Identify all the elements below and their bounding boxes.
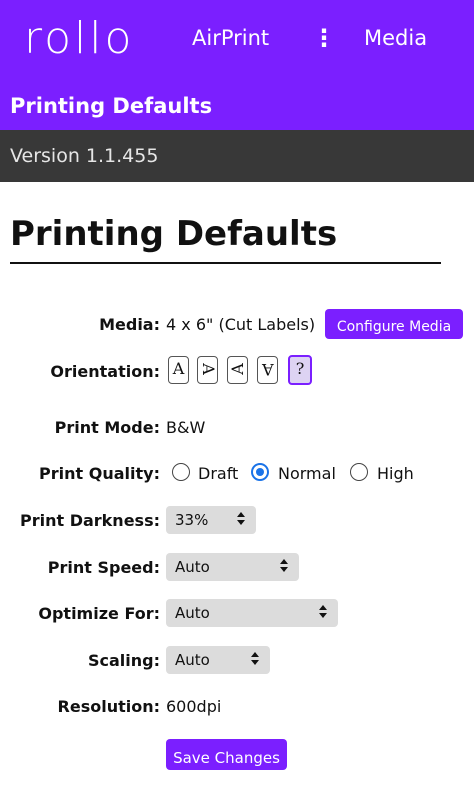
orientation-glyph: ? [295,359,305,378]
title-divider [10,262,441,264]
orientation-glyph: A [198,363,218,375]
scaling-value: Auto [175,651,210,669]
resolution-value: 600dpi [166,697,222,716]
scaling-select[interactable]: Auto [166,646,270,674]
select-arrows-icon [280,559,288,573]
print-speed-select[interactable]: Auto [166,553,299,581]
nav-airprint-link[interactable]: AirPrint [192,24,269,52]
section-header-title: Printing Defaults [10,94,213,118]
orientation-glyph: A [172,359,185,378]
print-mode-label: Print Mode: [54,418,160,437]
select-arrows-icon [237,512,245,526]
resolution-label: Resolution: [57,697,160,716]
section-header-bar: Printing Defaults [0,80,474,130]
scaling-row: Scaling: Auto [0,644,474,678]
print-quality-row: Print Quality: Draft Normal High [0,457,474,491]
select-arrows-icon [251,652,259,666]
orientation-upside-down-icon[interactable]: A [257,356,278,384]
quality-draft-radio[interactable] [172,463,190,481]
print-darkness-select[interactable]: 33% [166,506,256,534]
orientation-row: Orientation: A A A A ? [0,355,474,389]
optimize-for-label: Optimize For: [38,604,160,623]
orientation-portrait-icon[interactable]: A [168,356,189,384]
resolution-row: Resolution: 600dpi [0,690,474,724]
orientation-label: Orientation: [50,362,160,381]
top-app-bar: rollo AirPrint ⋮ Media [0,0,474,80]
optimize-for-select[interactable]: Auto [166,599,338,627]
page-title: Printing Defaults [10,214,338,254]
optimize-for-row: Optimize For: Auto [0,597,474,631]
quality-normal-radio[interactable] [251,463,269,481]
orientation-rotate-left-icon[interactable]: A [197,356,218,384]
orientation-rotate-right-icon[interactable]: A [227,356,248,384]
print-speed-label: Print Speed: [47,558,160,577]
scaling-label: Scaling: [87,651,160,670]
more-vertical-icon[interactable]: ⋮ [312,24,336,52]
print-speed-row: Print Speed: Auto [0,551,474,585]
quality-normal-label[interactable]: Normal [278,463,336,485]
quality-high-label[interactable]: High [377,463,414,485]
print-mode-row: Print Mode: B&W [0,411,474,445]
media-row: Media: 4 x 6" (Cut Labels) Configure Med… [0,308,474,342]
save-changes-button[interactable]: Save Changes [166,739,287,770]
print-mode-value: B&W [166,418,206,437]
orientation-glyph: A [227,363,247,375]
optimize-for-value: Auto [175,604,210,622]
select-arrows-icon [319,605,327,619]
print-quality-label: Print Quality: [39,464,160,483]
version-text: Version 1.1.455 [10,145,159,167]
orientation-glyph: A [261,360,274,379]
quality-draft-label[interactable]: Draft [198,463,238,485]
quality-high-radio[interactable] [350,463,368,481]
configure-media-button[interactable]: Configure Media [325,309,463,339]
media-label: Media: [99,315,160,334]
nav-media-link[interactable]: Media [364,24,427,52]
rollo-logo[interactable]: rollo [24,14,134,64]
print-darkness-label: Print Darkness: [19,511,160,530]
orientation-auto-icon[interactable]: ? [288,355,312,385]
print-darkness-value: 33% [175,511,209,529]
print-speed-value: Auto [175,558,210,576]
print-darkness-row: Print Darkness: 33% [0,504,474,538]
version-bar: Version 1.1.455 [0,130,474,182]
media-value: 4 x 6" (Cut Labels) [166,315,316,334]
